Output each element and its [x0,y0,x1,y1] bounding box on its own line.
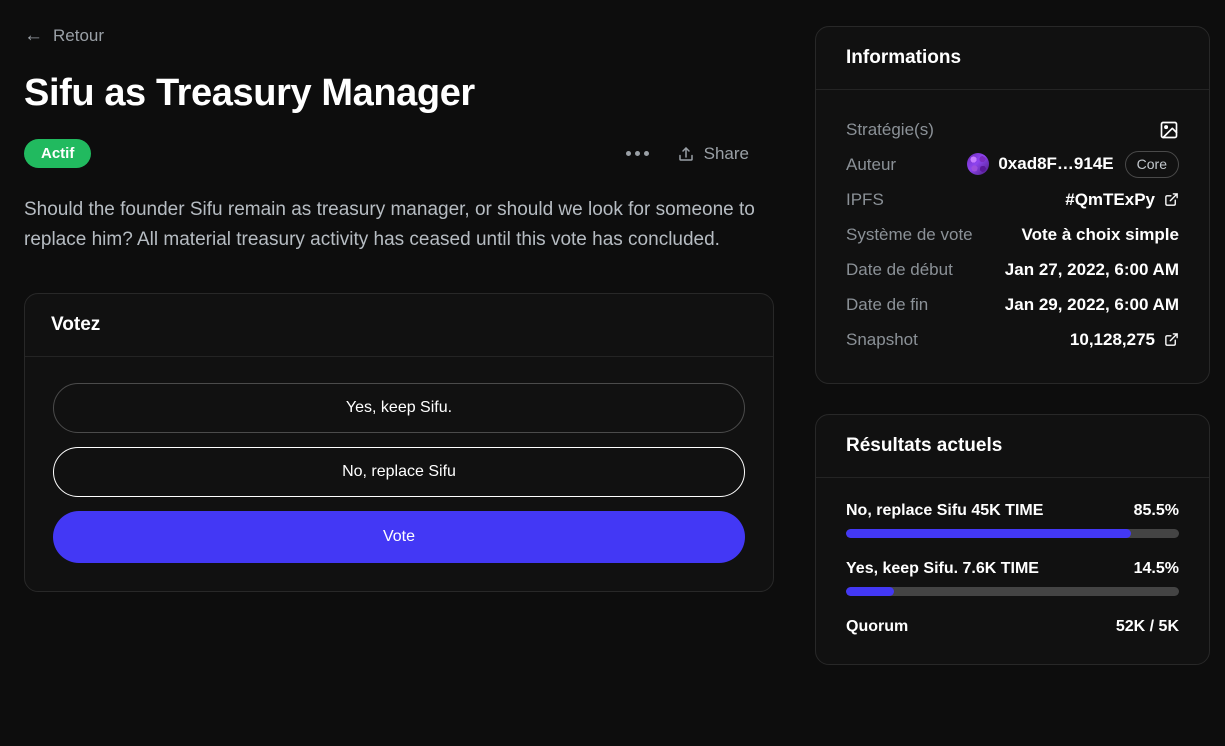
info-label-snapshot: Snapshot [846,329,918,349]
result-bar-fill-yes [846,587,895,596]
info-label-voting-system: Système de vote [846,224,973,244]
info-label-ipfs: IPFS [846,189,884,209]
result-item-no: No, replace Sifu 45K TIME 85.5% [846,502,1179,538]
result-bar-track-yes [846,587,1179,596]
result-top-yes: Yes, keep Sifu. 7.6K TIME 14.5% [846,560,1179,578]
info-value-end-date: Jan 29, 2022, 6:00 AM [1004,294,1179,314]
info-value-ipfs[interactable]: #QmTExPy [1065,190,1179,210]
author-avatar [967,153,990,176]
results-card-header: Résultats actuels [816,415,1209,478]
info-row-ipfs: IPFS #QmTExPy [846,182,1179,217]
vote-choice-yes[interactable]: Yes, keep Sifu. [53,383,745,434]
proposal-page: ← Retour Sifu as Treasury Manager Actif … [0,0,1225,746]
result-top-no: No, replace Sifu 45K TIME 85.5% [846,502,1179,520]
info-row-start-date: Date de début Jan 27, 2022, 6:00 AM [846,252,1179,287]
back-link[interactable]: ← Retour [24,26,104,45]
information-card: Informations Stratégie(s) Auteur 0xad8F…… [815,26,1210,384]
result-bar-track-no [846,529,1179,538]
dot-1 [625,151,631,157]
info-value-start-date: Jan 27, 2022, 6:00 AM [1004,259,1179,279]
info-row-voting-system: Système de vote Vote à choix simple [846,217,1179,252]
core-badge[interactable]: Core [1124,151,1179,178]
share-upload-icon [678,146,693,161]
info-row-end-date: Date de fin Jan 29, 2022, 6:00 AM [846,287,1179,322]
result-percent-yes: 14.5% [1133,560,1179,577]
info-row-snapshot: Snapshot 10,128,275 [846,322,1179,357]
result-name-yes: Yes, keep Sifu. 7.6K TIME [846,560,1039,577]
page-title: Sifu as Treasury Manager [24,72,475,114]
result-item-yes: Yes, keep Sifu. 7.6K TIME 14.5% [846,560,1179,596]
share-button[interactable]: Share [677,144,749,164]
info-label-end-date: Date de fin [846,294,929,314]
vote-choice-no[interactable]: No, replace Sifu [53,447,745,498]
information-card-body: Stratégie(s) Auteur 0xad8F…914E Core IPF… [816,90,1209,383]
results-title: Résultats actuels [846,435,1003,456]
arrow-left-icon: ← [24,25,43,46]
quorum-value: 52K / 5K [1115,618,1179,635]
info-label-author: Auteur [846,154,897,174]
ellipsis-icon[interactable] [624,145,651,162]
status-row: Actif Share [24,137,791,171]
external-link-icon [1165,333,1178,346]
header-actions: Share [624,144,791,164]
results-card: Résultats actuels No, replace Sifu 45K T… [815,414,1210,665]
info-row-strategies: Stratégie(s) [846,112,1179,147]
info-value-author: 0xad8F…914E Core [967,151,1179,178]
external-link-icon [1165,193,1178,206]
main-content: ← Retour Sifu as Treasury Manager Actif … [0,0,815,746]
quorum-label: Quorum [846,618,909,635]
information-card-header: Informations [816,27,1209,90]
snapshot-block: 10,128,275 [1069,329,1155,349]
share-label: Share [703,143,749,163]
ipfs-hash: #QmTExPy [1065,189,1155,209]
proposal-description: Should the founder Sifu remain as treasu… [24,198,755,251]
info-label-strategies: Stratégie(s) [846,119,934,139]
author-address[interactable]: 0xad8F…914E [998,154,1113,174]
vote-card-title: Votez [51,314,101,336]
dot-3 [643,151,649,157]
result-name-no: No, replace Sifu 45K TIME [846,502,1044,519]
information-title: Informations [846,47,962,68]
vote-card-body: Yes, keep Sifu. No, replace Sifu Vote [25,357,773,591]
results-card-body: No, replace Sifu 45K TIME 85.5% Yes, kee… [816,478,1209,664]
vote-card: Votez Yes, keep Sifu. No, replace Sifu V… [24,293,774,593]
info-value-voting-system: Vote à choix simple [1021,224,1179,244]
back-label: Retour [53,26,105,45]
dot-2 [634,151,640,157]
result-percent-no: 85.5% [1133,502,1179,519]
sidebar: Informations Stratégie(s) Auteur 0xad8F…… [815,0,1225,746]
status-badge: Actif [24,139,92,169]
submit-vote-button[interactable]: Vote [53,511,745,564]
image-strategy-icon[interactable] [1159,120,1179,140]
info-value-snapshot[interactable]: 10,128,275 [1070,330,1179,350]
vote-card-header: Votez [25,294,773,358]
info-value-strategies [1159,120,1179,140]
quorum-row: Quorum 52K / 5K [846,618,1179,636]
result-bar-fill-no [846,529,1131,538]
info-row-author: Auteur 0xad8F…914E Core [846,147,1179,182]
info-label-start-date: Date de début [846,259,953,279]
